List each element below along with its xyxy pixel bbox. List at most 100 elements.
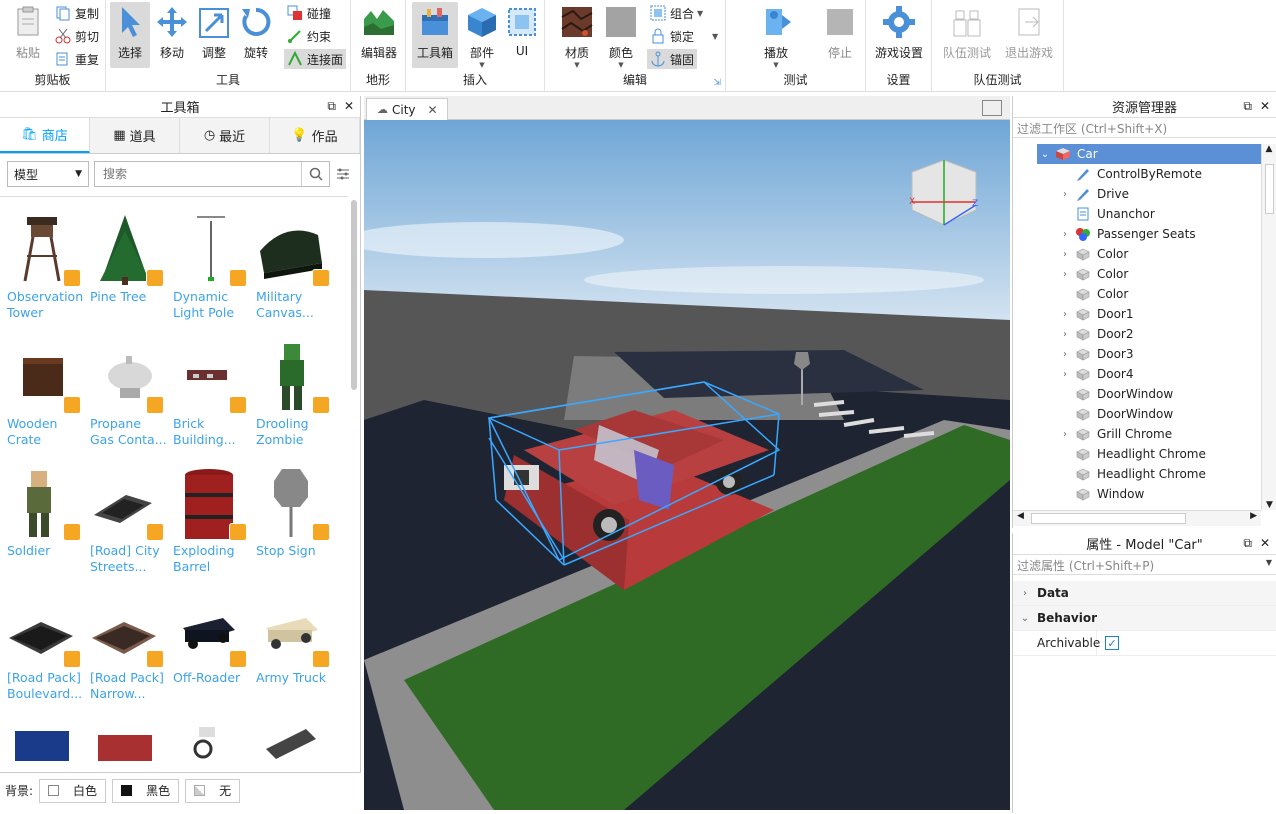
toolbox-item[interactable]: [Road] City Streets... [90, 465, 170, 575]
close-icon[interactable]: ✕ [344, 99, 354, 114]
scroll-right-icon[interactable]: ▶ [1250, 511, 1257, 521]
constraints-toggle[interactable]: 约束 [284, 26, 334, 46]
play-dropdown-icon[interactable]: ▼ [756, 61, 796, 69]
tree-item[interactable]: › Passenger Seats [1057, 224, 1196, 244]
part-button[interactable]: 部件 ▼ [462, 2, 502, 69]
anchor-button[interactable]: 锚固 [647, 49, 698, 69]
bg-none-button[interactable]: 无 [185, 778, 241, 803]
search-box[interactable] [94, 161, 330, 187]
tree-item[interactable]: › Grill Chrome [1057, 424, 1172, 444]
expand-icon[interactable]: › [1057, 269, 1073, 280]
properties-filter[interactable]: 过滤属性 (Ctrl+Shift+P) ▼ [1013, 555, 1276, 575]
ui-button[interactable]: UI [502, 2, 542, 68]
scroll-up-icon[interactable]: ▲ [1262, 144, 1276, 154]
toolbox-item[interactable]: Exploding Barrel [173, 465, 253, 575]
tree-item[interactable]: › Door2 [1057, 324, 1134, 344]
collapse-icon[interactable]: ⌄ [1037, 149, 1053, 160]
color-dropdown-icon[interactable]: ▼ [601, 61, 641, 69]
lock-dropdown-icon[interactable]: ▼ [712, 32, 718, 41]
collisions-toggle[interactable]: 碰撞 [284, 3, 334, 23]
archivable-checkbox[interactable]: ✓ [1105, 636, 1119, 650]
toolbox-item[interactable]: Off-Roader [173, 592, 253, 686]
join-surfaces-toggle[interactable]: 连接面 [284, 49, 347, 69]
expand-icon[interactable]: › [1057, 349, 1073, 360]
toolbox-item[interactable]: Drooling Zombie [256, 338, 336, 448]
tab-marketplace[interactable]: 🛍 商店 [0, 118, 90, 153]
tree-item[interactable]: Color [1057, 284, 1128, 304]
toolbox-item[interactable] [173, 719, 253, 772]
edit-settings-icon[interactable]: ⇲ [713, 78, 721, 88]
lock-button[interactable]: 锁定 ▼ [647, 26, 721, 46]
toolbox-item[interactable]: Army Truck [256, 592, 336, 686]
expand-icon[interactable]: › [1057, 329, 1073, 340]
tree-item[interactable]: Headlight Chrome [1057, 464, 1206, 484]
tree-item[interactable]: Window [1057, 484, 1144, 504]
search-icon[interactable] [301, 162, 329, 186]
cut-button[interactable]: 剪切 [52, 26, 102, 46]
tree-item[interactable]: Headlight Chrome [1057, 444, 1206, 464]
paste-button[interactable]: 粘贴 [8, 2, 48, 68]
exit-game-button[interactable]: 退出游戏 [1004, 2, 1054, 68]
play-button[interactable]: 播放 ▼ [756, 2, 796, 69]
toolbox-item[interactable]: Military Canvas... [256, 211, 336, 321]
color-button[interactable]: 颜色 ▼ [601, 2, 641, 69]
toolbox-item[interactable]: Propane Gas Conta... [90, 338, 170, 448]
toolbox-item[interactable]: Stop Sign [256, 465, 336, 559]
group-dropdown-icon[interactable]: ▼ [697, 9, 703, 18]
toolbox-item[interactable]: [Road Pack] Boulevard... [7, 592, 87, 702]
toolbox-item[interactable]: Observation Tower [7, 211, 87, 321]
tree-item[interactable]: › Door1 [1057, 304, 1134, 324]
tree-item[interactable]: › Color [1057, 264, 1128, 284]
scale-tool-button[interactable]: 调整 [194, 2, 234, 68]
toolbox-item[interactable]: Brick Building... [173, 338, 253, 448]
bg-white-button[interactable]: 白色 [39, 778, 107, 803]
expand-icon[interactable]: › [1057, 309, 1073, 320]
material-button[interactable]: 材质 ▼ [557, 2, 597, 69]
category-select[interactable]: 模型 ▼ [7, 161, 89, 187]
scroll-thumb[interactable] [1265, 164, 1274, 214]
copy-button[interactable]: 复制 [52, 3, 102, 23]
tree-item[interactable]: Unanchor [1057, 204, 1155, 224]
tab-inventory[interactable]: ▦ 道具 [90, 118, 180, 153]
rotate-tool-button[interactable]: 旋转 [236, 2, 276, 68]
tab-city[interactable]: ☁ City ✕ [366, 98, 448, 120]
explorer-filter[interactable]: 过滤工作区 (Ctrl+Shift+X) [1013, 118, 1276, 138]
move-tool-button[interactable]: 移动 [152, 2, 192, 68]
expand-icon[interactable]: › [1057, 369, 1073, 380]
toolbox-item[interactable] [256, 719, 336, 772]
explorer-vscrollbar[interactable]: ▲ ▼ [1261, 144, 1276, 510]
expand-icon[interactable]: › [1057, 249, 1073, 260]
duplicate-button[interactable]: 重复 [52, 49, 102, 69]
scroll-left-icon[interactable]: ◀ [1017, 511, 1024, 521]
tab-close-icon[interactable]: ✕ [428, 103, 438, 117]
tree-item[interactable]: ControlByRemote [1057, 164, 1202, 184]
stop-button[interactable]: 停止 [820, 2, 860, 68]
material-dropdown-icon[interactable]: ▼ [557, 61, 597, 69]
tree-item[interactable]: › Color [1057, 244, 1128, 264]
section-behavior[interactable]: ⌄ Behavior [1013, 606, 1276, 631]
toolbox-item[interactable]: Pine Tree [90, 211, 170, 305]
expand-icon[interactable]: › [1057, 229, 1073, 240]
toolbox-item[interactable]: Soldier [7, 465, 87, 559]
close-icon[interactable]: ✕ [1260, 99, 1270, 114]
explorer-hscrollbar[interactable]: ◀ ▶ [1013, 510, 1261, 526]
tree-item[interactable]: › Door4 [1057, 364, 1134, 384]
scroll-down-icon[interactable]: ▼ [1262, 500, 1276, 510]
game-settings-button[interactable]: 游戏设置 [874, 2, 924, 68]
toolbox-item[interactable]: Dynamic Light Pole [173, 211, 253, 321]
toolbox-item[interactable]: [Road Pack] Narrow... [90, 592, 170, 702]
hscroll-thumb[interactable] [1031, 513, 1186, 524]
close-icon[interactable]: ✕ [1260, 536, 1270, 551]
tab-creations[interactable]: 💡 作品 [270, 118, 360, 153]
chevron-down-icon[interactable]: ▼ [1266, 558, 1272, 567]
section-data[interactable]: › Data [1013, 581, 1276, 606]
undock-icon[interactable]: ⧉ [1243, 536, 1252, 551]
team-test-button[interactable]: 队伍测试 [942, 2, 992, 68]
tree-item[interactable]: › Drive [1057, 184, 1129, 204]
tree-item-car[interactable]: ⌄ Car [1037, 144, 1261, 164]
expand-icon[interactable]: › [1057, 189, 1073, 200]
group-button[interactable]: 组合 ▼ [647, 3, 706, 23]
filter-settings-icon[interactable] [336, 167, 350, 184]
toolbox-button[interactable]: 工具箱 [412, 2, 458, 68]
undock-icon[interactable]: ⧉ [1243, 99, 1252, 114]
